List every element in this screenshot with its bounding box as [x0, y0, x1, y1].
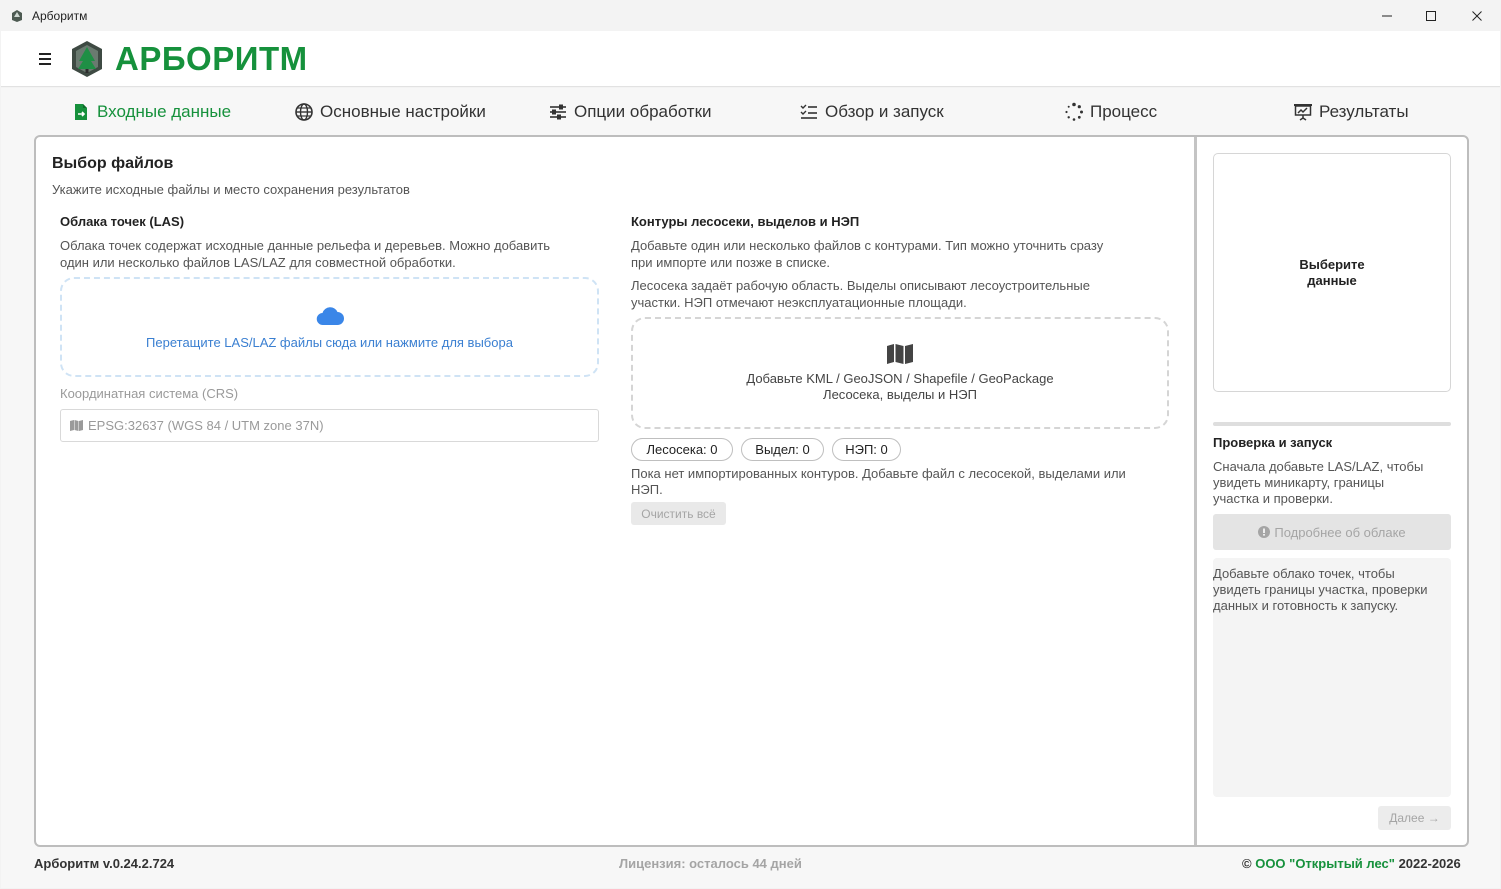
brand-logo-icon [72, 40, 102, 77]
cloud-details-button[interactable]: Подробнее об облаке [1213, 514, 1451, 550]
tab-results[interactable]: Результаты [1293, 100, 1409, 124]
minimize-icon [1382, 15, 1392, 16]
tab-label: Основные настройки [320, 102, 486, 121]
sidebar: Выберите данные Проверка и запуск Сначал… [1197, 137, 1467, 845]
las-drop-zone[interactable]: Перетащите LAS/LAZ файлы сюда или нажмит… [60, 277, 599, 377]
contours-drop-types: Лесосека, выделы и НЭП [823, 387, 977, 402]
tab-label: Процесс [1090, 102, 1158, 121]
menu-button[interactable] [39, 51, 55, 67]
file-import-icon [75, 104, 87, 120]
info-icon [1258, 526, 1271, 538]
check-description: Сначала добавьте LAS/LAZ, чтобы увидеть … [1213, 459, 1424, 506]
tab-label: Результаты [1319, 102, 1409, 121]
progress-bar [1213, 422, 1451, 426]
chip-cut-area[interactable]: Лесосека: 0 [631, 438, 733, 461]
contours-description: Добавьте один или несколько файлов с кон… [631, 238, 1104, 270]
sliders-icon [550, 104, 566, 120]
crs-field[interactable]: EPSG:32637 (WGS 84 / UTM zone 37N) [60, 409, 599, 442]
cloud-icon [316, 306, 344, 325]
tab-label: Входные данные [97, 102, 232, 121]
presentation-chart-icon [1294, 104, 1312, 121]
minimize-button[interactable] [1364, 0, 1410, 31]
contours-drop-zone[interactable]: Добавьте KML / GeoJSON / Shapefile / Geo… [631, 317, 1169, 429]
maximize-button[interactable] [1408, 0, 1454, 31]
contours-types-description: Лесосека задаёт рабочую область. Выделы … [631, 278, 1090, 310]
app-version: Арборитм v.0.24.2.724 [34, 856, 175, 871]
close-button[interactable] [1454, 0, 1500, 31]
map-icon [887, 344, 913, 364]
tab-input-data[interactable]: Входные данные [71, 100, 231, 124]
app-logo-icon [12, 9, 22, 22]
check-heading: Проверка и запуск [1213, 435, 1333, 450]
org-link[interactable]: ООО "Открытый лес" [1255, 856, 1395, 871]
las-drop-text: Перетащите LAS/LAZ файлы сюда или нажмит… [146, 334, 513, 350]
page-subtitle: Укажите исходные файлы и место сохранени… [52, 182, 410, 197]
tab-processing-options[interactable]: Опции обработки [548, 100, 712, 124]
license-status: Лицензия: осталось 44 дней [619, 856, 802, 871]
map-icon [70, 420, 83, 431]
minimap-preview: Выберите данные [1213, 153, 1451, 392]
clear-all-button[interactable]: Очистить всё [631, 502, 726, 525]
cloud-info-box: Добавьте облако точек, чтобы увидеть гра… [1213, 558, 1451, 797]
app-header: АРБОРИТМ [1, 31, 1500, 87]
tab-main-settings[interactable]: Основные настройки [294, 100, 486, 124]
contours-heading: Контуры лесосеки, выделов и НЭП [631, 214, 860, 229]
content-area: Входные данные Основные настройки Опции … [1, 88, 1500, 888]
chip-nep[interactable]: НЭП: 0 [832, 438, 901, 461]
title-bar: Арборитм [0, 0, 1501, 31]
maximize-icon [1426, 10, 1436, 21]
crs-value: EPSG:32637 (WGS 84 / UTM zone 37N) [88, 418, 324, 433]
contours-empty-message: Пока нет импортированных контуров. Добав… [631, 466, 1126, 497]
wizard-tabs: Входные данные Основные настройки Опции … [1, 88, 1500, 134]
globe-icon [295, 103, 313, 121]
tab-process[interactable]: Процесс [1064, 100, 1157, 124]
copyright: © ООО "Открытый лес" 2022-2026 [1242, 856, 1461, 871]
tab-label: Обзор и запуск [825, 102, 944, 121]
close-icon [1472, 10, 1482, 21]
tab-review-launch[interactable]: Обзор и запуск [799, 100, 944, 124]
file-selection-section: Выбор файлов Укажите исходные файлы и ме… [36, 137, 1194, 845]
brand-name: АРБОРИТМ [115, 39, 308, 77]
spinner-icon [1065, 102, 1083, 121]
next-button[interactable]: Далее → [1378, 806, 1451, 830]
crs-label: Координатная система (CRS) [60, 386, 239, 401]
window-title: Арборитм [32, 8, 88, 23]
page-title: Выбор файлов [52, 155, 174, 172]
chip-allotment[interactable]: Выдел: 0 [741, 438, 824, 461]
las-description: Облака точек содержат исходные данные ре… [60, 238, 551, 270]
main-panel: Выбор файлов Укажите исходные файлы и ме… [34, 135, 1469, 847]
tab-label: Опции обработки [574, 102, 712, 121]
contours-drop-formats: Добавьте KML / GeoJSON / Shapefile / Geo… [746, 371, 1054, 386]
las-heading: Облака точек (LAS) [60, 214, 185, 229]
list-check-icon [800, 104, 817, 119]
